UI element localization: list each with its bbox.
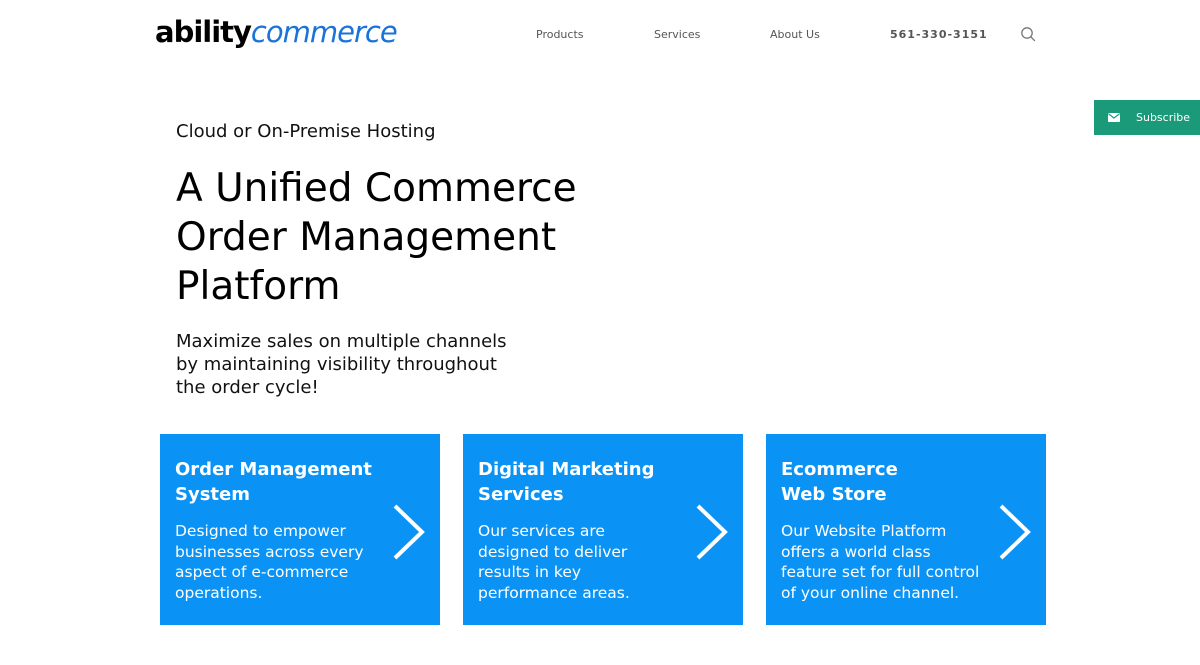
card-desc-line: designed to deliver	[478, 542, 628, 561]
page: ability commerce Products Services About …	[0, 0, 1200, 665]
hero-headline: A Unified Commerce Order Management Plat…	[176, 164, 636, 311]
chevron-right-icon[interactable]	[392, 504, 426, 560]
card-desc-line: feature set for full control	[781, 563, 980, 581]
card-digital-marketing-services[interactable]: Digital Marketing Services Our services …	[463, 434, 743, 625]
card-title-line: Web Store	[781, 484, 887, 505]
headline-line: A Unified Commerce	[176, 166, 577, 211]
card-desc-line: Our services are	[478, 522, 605, 540]
card-desc-line: of your online channel.	[781, 583, 960, 602]
logo-text-commerce: commerce	[250, 15, 398, 49]
card-title: Order Management System	[175, 457, 395, 507]
nav-services[interactable]: Services	[654, 24, 700, 46]
site-logo[interactable]: ability commerce	[155, 12, 398, 52]
card-desc-line: businesses across every	[175, 542, 364, 561]
card-title-line: Order Management	[175, 459, 372, 480]
chevron-right-icon[interactable]	[998, 504, 1032, 560]
card-desc-line: operations.	[175, 583, 263, 602]
logo-text-ability: ability	[155, 15, 252, 49]
subscribe-label: Subscribe	[1136, 111, 1191, 124]
card-description: Designed to empower businesses across ev…	[175, 521, 390, 603]
hero-tagline: Maximize sales on multiple channels by m…	[176, 330, 576, 399]
nav-about-us[interactable]: About Us	[770, 24, 820, 46]
tagline-line: by maintaining visibility throughout	[176, 354, 497, 375]
card-title-line: Ecommerce	[781, 459, 898, 480]
search-button[interactable]	[1019, 25, 1039, 45]
card-description: Our services are designed to deliver res…	[478, 521, 693, 603]
headline-line: Order Management	[176, 215, 557, 260]
card-title: Ecommerce Web Store	[781, 457, 1001, 507]
card-title-line: System	[175, 484, 250, 505]
hero-eyebrow: Cloud or On-Premise Hosting	[176, 121, 436, 142]
tagline-line: Maximize sales on multiple channels	[176, 331, 507, 352]
card-title: Digital Marketing Services	[478, 457, 698, 507]
search-icon	[1021, 27, 1036, 42]
card-title-line: Services	[478, 484, 564, 505]
card-desc-line: Our Website Platform	[781, 522, 947, 540]
card-title-line: Digital Marketing	[478, 459, 655, 480]
headline-line: Platform	[176, 264, 341, 309]
card-desc-line: Designed to empower	[175, 522, 346, 540]
nav-phone-number[interactable]: 561-330-3151	[890, 24, 988, 46]
card-desc-line: aspect of e-commerce	[175, 563, 349, 581]
card-order-management-system[interactable]: Order Management System Designed to empo…	[160, 434, 440, 625]
nav-products[interactable]: Products	[536, 24, 584, 46]
card-desc-line: performance areas.	[478, 583, 630, 602]
chevron-right-icon[interactable]	[695, 504, 729, 560]
subscribe-button[interactable]: Subscribe	[1094, 100, 1200, 135]
card-description: Our Website Platform offers a world clas…	[781, 521, 996, 603]
tagline-line: the order cycle!	[176, 377, 319, 398]
card-desc-line: offers a world class	[781, 542, 931, 561]
card-ecommerce-web-store[interactable]: Ecommerce Web Store Our Website Platform…	[766, 434, 1046, 625]
card-desc-line: results in key	[478, 563, 582, 581]
envelope-icon	[1108, 113, 1120, 122]
